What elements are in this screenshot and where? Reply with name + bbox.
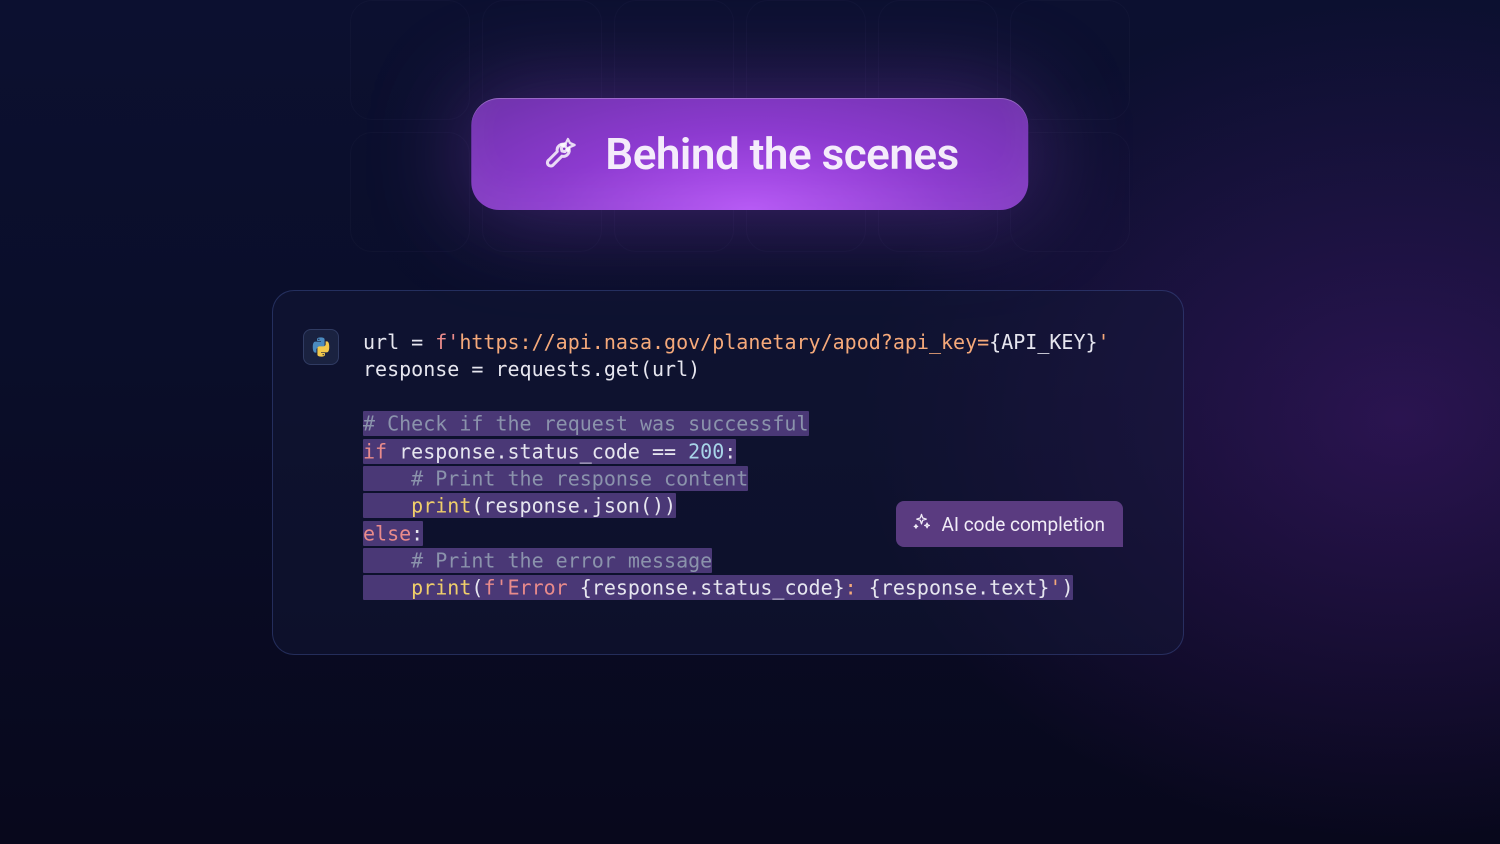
code-text: response = requests.get(url) — [363, 357, 700, 381]
code-block[interactable]: url = f'https://api.nasa.gov/planetary/a… — [363, 329, 1141, 602]
ai-code-completion-chip[interactable]: AI code completion — [896, 501, 1123, 547]
header-title: Behind the scenes — [605, 128, 958, 180]
code-card: url = f'https://api.nasa.gov/planetary/a… — [272, 290, 1184, 655]
code-text: url = — [363, 330, 435, 354]
python-icon — [303, 329, 339, 365]
header-pill[interactable]: Behind the scenes — [471, 98, 1028, 210]
code-comment: # Print the error message — [411, 548, 712, 572]
tools-icon — [541, 134, 581, 174]
code-comment: # Print the response content — [411, 466, 748, 490]
header: Behind the scenes — [471, 98, 1028, 210]
ai-chip-label: AI code completion — [941, 513, 1105, 536]
code-comment: # Check if the request was successful — [363, 412, 809, 436]
sparkles-icon — [912, 512, 931, 536]
